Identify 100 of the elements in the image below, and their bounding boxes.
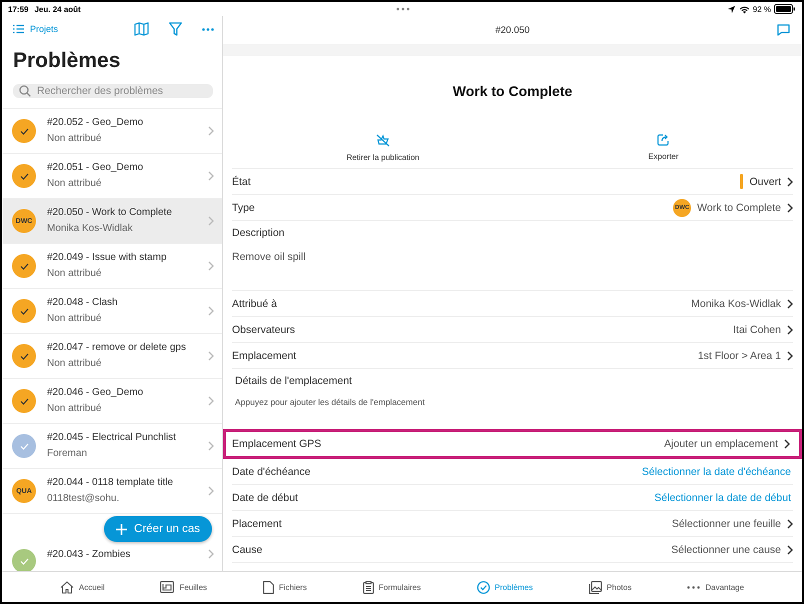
- field-row[interactable]: Date de début Sélectionner la date de début: [232, 485, 793, 511]
- issue-assignee: 0118test@sohu.: [47, 493, 120, 505]
- issue-assignee: Foreman: [47, 448, 88, 460]
- field-hint: Appuyez pour ajouter les détails de l'emplacement: [235, 397, 425, 407]
- issue-list-item[interactable]: #20.046 - Geo_Demo Non attribué: [2, 379, 222, 424]
- photos-icon: [588, 580, 602, 594]
- chevron-icon: [787, 350, 793, 360]
- clipboard-icon: [362, 580, 374, 594]
- field-label: Emplacement: [232, 350, 296, 362]
- issue-assignee: Non attribué: [47, 268, 102, 280]
- field-row[interactable]: Placement Sélectionner une feuille: [232, 511, 793, 537]
- field-label: Description: [232, 227, 285, 239]
- field-row[interactable]: Détails de l'emplacement Appuyez pour ajouter les détails de l'emplacement: [232, 369, 793, 429]
- issue-list-item[interactable]: #20.043 - Zombies: [2, 544, 222, 571]
- field-label: Type: [232, 202, 255, 214]
- issue-assignee: Non attribué: [47, 313, 102, 325]
- highlighted-field-row[interactable]: Emplacement GPS Ajouter un emplacement: [223, 429, 802, 459]
- issue-assignee: Non attribué: [47, 133, 102, 145]
- chevron-icon: [208, 486, 214, 496]
- field-row[interactable]: Attribué à Monika Kos-Widlak: [232, 291, 793, 317]
- chevron-icon: [784, 439, 790, 449]
- more-icon[interactable]: [202, 28, 214, 30]
- issue-title: #20.051 - Geo_Demo: [47, 162, 144, 174]
- field-value: 1st Floor > Area 1: [698, 350, 781, 362]
- house-icon: [60, 580, 74, 594]
- issue-title: #20.047 - remove or delete gps: [47, 342, 187, 354]
- description-text: Remove oil spill: [232, 251, 306, 263]
- unpublish-button[interactable]: Retirer la publication: [342, 134, 424, 162]
- tab-bar-item[interactable]: Davantage: [681, 582, 750, 592]
- issue-title: #20.045 - Electrical Punchlist: [47, 432, 177, 444]
- location-arrow-icon: [726, 4, 736, 14]
- issue-title: #20.049 - Issue with stamp: [47, 252, 168, 264]
- tab-bar-item[interactable]: Photos: [582, 580, 638, 594]
- issue-assignee: Non attribué: [47, 178, 102, 190]
- page-title: Problèmes: [13, 48, 122, 74]
- filter-icon[interactable]: [169, 22, 182, 36]
- field-label: Date de début: [232, 492, 298, 504]
- chevron-icon: [208, 171, 214, 181]
- field-value: Sélectionner une cause: [671, 544, 781, 556]
- field-label: Emplacement GPS: [232, 438, 322, 450]
- share-icon: [657, 134, 670, 146]
- battery-icon: [774, 4, 796, 14]
- plus-icon: [116, 524, 128, 534]
- chevron-icon: [208, 126, 214, 136]
- field-label: Attribué à: [232, 298, 277, 310]
- status-date: Jeu. 24 août: [34, 4, 81, 14]
- chevron-icon: [208, 549, 214, 559]
- issue-list-item[interactable]: #20.052 - Geo_Demo Non attribué: [2, 109, 222, 154]
- chevron-icon: [208, 306, 214, 316]
- issue-title: #20.044 - 0118 template title: [47, 477, 174, 489]
- chevron-icon: [208, 396, 214, 406]
- search-icon: [19, 85, 31, 97]
- comment-icon[interactable]: [777, 24, 790, 36]
- field-label: Date d'échéance: [232, 466, 310, 478]
- cloud-slash-icon: [376, 134, 390, 147]
- issue-assignee: Non attribué: [47, 403, 102, 415]
- field-label: Observateurs: [232, 324, 296, 336]
- tab-bar-item[interactable]: Accueil: [54, 580, 111, 594]
- search-field[interactable]: Rechercher des problèmes: [13, 84, 213, 98]
- field-row[interactable]: Observateurs Itai Cohen: [232, 317, 793, 343]
- field-row[interactable]: Description Remove oil spill: [232, 221, 793, 291]
- battery-percent: 92 %: [752, 4, 771, 14]
- field-row[interactable]: État Ouvert: [232, 169, 793, 195]
- file-icon: [262, 580, 274, 594]
- wifi-icon: [738, 4, 750, 14]
- chevron-icon: [208, 261, 214, 271]
- issue-list-item[interactable]: #20.045 - Electrical Punchlist Foreman: [2, 424, 222, 469]
- field-label: Cause: [232, 544, 262, 556]
- issue-number: #20.050: [495, 24, 530, 36]
- issue-list-item[interactable]: #20.048 - Clash Non attribué: [2, 289, 222, 334]
- multitask-dots-icon[interactable]: [396, 7, 410, 11]
- tab-bar-item[interactable]: Fichiers: [256, 580, 313, 594]
- tab-bar-item[interactable]: Feuilles: [154, 580, 214, 594]
- chevron-icon: [208, 351, 214, 361]
- chevron-icon: [208, 441, 214, 451]
- chevron-icon: [787, 544, 793, 554]
- more-icon: [687, 586, 700, 588]
- field-label: Placement: [232, 518, 282, 530]
- field-value: Ajouter un emplacement: [664, 438, 778, 450]
- tab-bar-item[interactable]: Formulaires: [356, 580, 427, 594]
- issue-list-item[interactable]: #20.047 - remove or delete gps Non attribué: [2, 334, 222, 379]
- field-value: Sélectionner une feuille: [672, 518, 781, 530]
- field-label: État: [232, 176, 251, 188]
- field-value: Ouvert: [749, 176, 781, 188]
- issue-title: #20.048 - Clash: [47, 297, 119, 309]
- field-row[interactable]: Date d'échéance Sélectionner la date d'échéance: [232, 459, 793, 485]
- map-icon[interactable]: [134, 22, 149, 36]
- list-icon: [13, 24, 24, 34]
- export-button[interactable]: Exporter: [644, 134, 683, 162]
- field-label: Détails de l'emplacement: [235, 375, 352, 387]
- field-row[interactable]: Cause Sélectionner une cause: [232, 537, 793, 563]
- chevron-icon: [787, 176, 793, 186]
- issue-title: #20.046 - Geo_Demo: [47, 387, 144, 399]
- field-row[interactable]: Emplacement 1st Floor > Area 1: [232, 343, 793, 369]
- check-circle-icon: [476, 580, 490, 594]
- field-value: Itai Cohen: [733, 324, 781, 336]
- issue-list-item[interactable]: #20.049 - Issue with stamp Non attribué: [2, 244, 222, 289]
- chevron-icon: [787, 298, 793, 308]
- field-value: Work to Complete: [697, 202, 781, 214]
- issue-assignee: Monika Kos-Widlak: [47, 223, 134, 235]
